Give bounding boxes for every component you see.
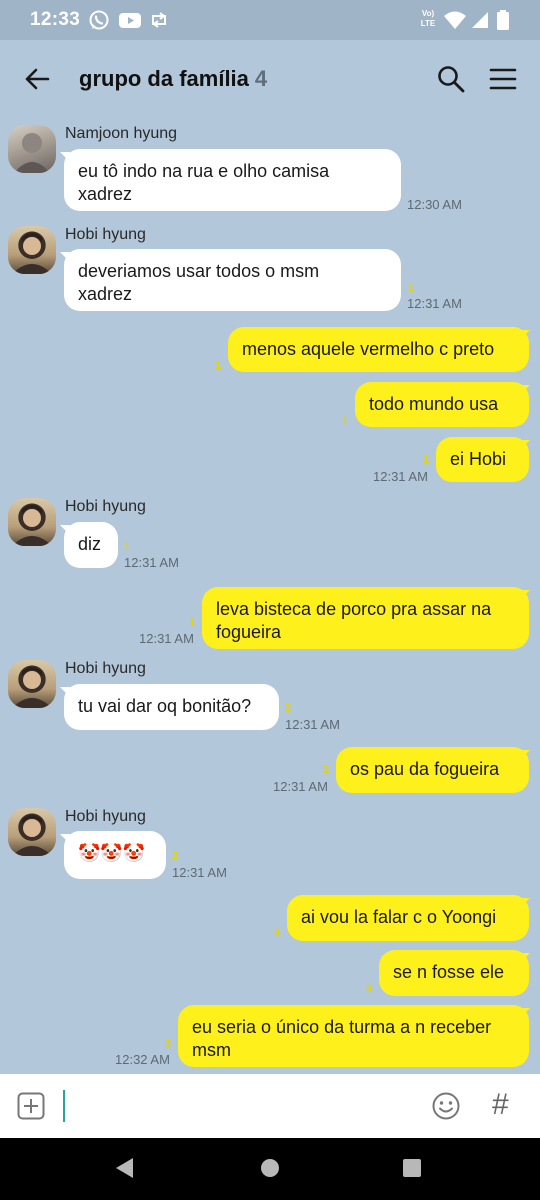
chat-header: grupo da família 4 [0, 40, 540, 116]
message-text-line: se n fosse ele [393, 962, 505, 982]
message-timestamp: 12:31 AM [407, 296, 462, 311]
message-timestamp: 12:30 AM [407, 197, 462, 212]
message-bubble[interactable]: ai vou la falar c o Yoongi [287, 895, 529, 941]
message-bubble[interactable]: os pau da fogueira [336, 747, 529, 793]
message-bubble[interactable]: tu vai dar oq bonitão? [64, 684, 279, 730]
message-timestamp: 12:31 AM [139, 631, 194, 646]
message-text-line: eu tô indo na rua e olho camisa [78, 161, 330, 181]
sender-name: Hobi hyung [65, 498, 146, 515]
nav-home-icon[interactable] [261, 1159, 279, 1177]
signal-icon [472, 12, 488, 28]
message-text-line: xadrez [78, 184, 133, 204]
message-bubble[interactable]: 🤡🤡🤡 [64, 831, 166, 879]
message-bubble[interactable]: leva bisteca de porco pra assar na fogue… [202, 587, 529, 649]
chat-name: grupo da família [79, 66, 249, 91]
message-text-line: tu vai dar oq bonitão? [78, 696, 252, 716]
unread-count: 1 [215, 360, 222, 372]
retweet-icon [152, 12, 166, 28]
message-timestamp: 12:31 AM [373, 469, 428, 484]
message-bubble[interactable]: deveriamos usar todos o msm xadrez [64, 249, 401, 311]
unread-count: 1 [124, 541, 131, 553]
message-input-bar: # [0, 1074, 540, 1138]
unread-count: 1 [189, 617, 196, 629]
unread-count: 1 [342, 415, 349, 427]
unread-count: 2 [285, 702, 292, 714]
unread-count: 2 [323, 764, 330, 776]
message-text-line: ei Hobi [450, 449, 507, 469]
unread-count: 3 [165, 1038, 172, 1050]
message-text-line: eu seria o único da turma a n receber [192, 1017, 492, 1037]
message-timestamp: 12:32 AM [115, 1052, 170, 1067]
sender-name: Hobi hyung [65, 808, 146, 825]
avatar[interactable] [8, 660, 56, 708]
message-input[interactable] [63, 1090, 65, 1122]
lte-label: LTE [420, 19, 436, 28]
message-text-line: menos aquele vermelho c preto [242, 339, 495, 359]
message-text-line: leva bisteca de porco pra assar na [216, 599, 492, 619]
message-text-line: 🤡🤡🤡 [78, 843, 146, 863]
youtube-icon [119, 13, 141, 28]
unread-count: 2 [172, 850, 179, 862]
nav-recents-icon[interactable] [403, 1159, 421, 1177]
unread-count: 1 [423, 454, 430, 466]
message-bubble[interactable]: ei Hobi [436, 437, 529, 482]
back-arrow-icon[interactable] [22, 64, 52, 94]
battery-icon [497, 10, 509, 30]
message-bubble[interactable]: todo mundo usa [355, 382, 529, 427]
avatar[interactable] [8, 125, 56, 173]
avatar[interactable] [8, 498, 56, 546]
message-bubble[interactable]: eu tô indo na rua e olho camisa xadrez [64, 149, 401, 211]
plus-square-icon[interactable] [17, 1092, 45, 1120]
sender-name: Hobi hyung [65, 226, 146, 243]
status-time: 12:33 [30, 9, 81, 30]
message-text-line: deveriamos usar todos o msm [78, 261, 320, 281]
message-bubble[interactable]: menos aquele vermelho c preto [228, 327, 529, 372]
message-text-line: ai vou la falar c o Yoongi [301, 907, 497, 927]
message-bubble[interactable]: eu seria o único da turma a n receber ms… [178, 1005, 529, 1067]
message-text-line: xadrez [78, 284, 133, 304]
menu-icon[interactable] [488, 64, 518, 94]
sender-name: Namjoon hyung [65, 125, 178, 142]
unread-count: 1 [408, 282, 415, 294]
message-timestamp: 12:31 AM [285, 717, 340, 732]
chat-title: grupo da família 4 [79, 66, 267, 92]
emoji-icon[interactable] [431, 1091, 461, 1121]
nav-back-icon[interactable] [116, 1158, 133, 1178]
status-bar: 12:33 Vo) LTE [0, 0, 540, 40]
avatar[interactable] [8, 808, 56, 856]
wifi-icon [444, 11, 466, 29]
message-timestamp: 12:31 AM [124, 555, 179, 570]
search-icon[interactable] [436, 64, 466, 94]
message-text-line: diz [78, 534, 102, 554]
message-timestamp: 12:31 AM [273, 779, 328, 794]
unread-count: 3 [274, 927, 281, 939]
avatar[interactable] [8, 226, 56, 274]
sender-name: Hobi hyung [65, 660, 146, 677]
message-text-line: os pau da fogueira [350, 759, 500, 779]
hashtag-icon[interactable]: # [492, 1088, 509, 1122]
whatsapp-icon [89, 10, 109, 30]
message-text-line: msm [192, 1040, 231, 1060]
member-count: 4 [254, 66, 268, 91]
message-text-line: fogueira [216, 622, 282, 642]
unread-count: 3 [366, 983, 373, 995]
message-bubble[interactable]: se n fosse ele [379, 950, 529, 996]
message-bubble[interactable]: diz [64, 522, 118, 568]
system-navigation-bar [0, 1138, 540, 1200]
volte-icon: Vo) LTE [420, 9, 436, 28]
message-text-line: todo mundo usa [369, 394, 499, 414]
message-timestamp: 12:31 AM [172, 865, 227, 880]
